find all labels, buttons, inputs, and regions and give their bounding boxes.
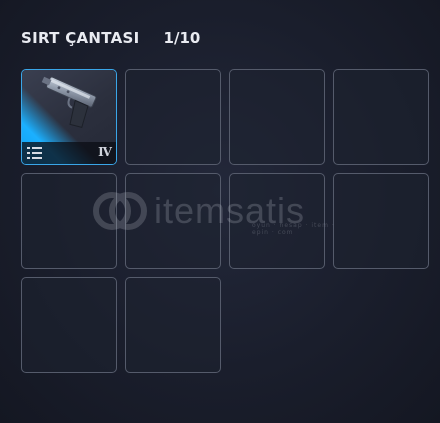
inventory-slot-10[interactable] xyxy=(125,277,221,373)
inventory-slot-7[interactable] xyxy=(229,173,325,269)
inventory-slot-8[interactable] xyxy=(333,173,429,269)
inventory-slot-5[interactable] xyxy=(21,173,117,269)
backpack-title: SIRT ÇANTASI xyxy=(21,29,140,47)
backpack-capacity: 1/10 xyxy=(163,29,201,47)
inventory-slot-4[interactable] xyxy=(333,69,429,165)
inventory-slot-3[interactable] xyxy=(229,69,325,165)
inventory-slot-2[interactable] xyxy=(125,69,221,165)
inventory-grid: IV xyxy=(21,69,429,373)
inventory-slot-6[interactable] xyxy=(125,173,221,269)
item-menu-icon[interactable] xyxy=(26,145,44,161)
inventory-slot-1[interactable]: IV xyxy=(21,69,117,165)
inventory-slot-9[interactable] xyxy=(21,277,117,373)
item-tier-label: IV xyxy=(98,145,112,159)
pistol-icon xyxy=(41,76,97,128)
item-info-bar: IV xyxy=(22,142,116,164)
backpack-header: SIRT ÇANTASI 1/10 xyxy=(21,28,200,48)
